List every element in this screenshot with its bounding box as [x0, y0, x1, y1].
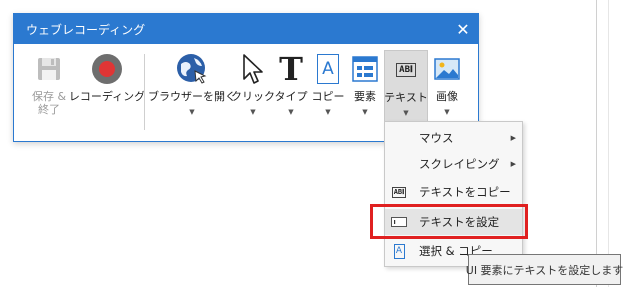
copy-icon: A: [317, 50, 339, 88]
close-button[interactable]: ✕: [448, 14, 478, 44]
save-label-line2: 終了: [38, 103, 60, 116]
chevron-down-icon: ▼: [403, 109, 409, 117]
chevron-down-icon: ▼: [362, 108, 368, 116]
element-label: 要素: [354, 90, 376, 103]
menu-item-label: テキストをコピー: [419, 185, 511, 199]
select-copy-icon: A: [391, 243, 407, 259]
submenu-arrow-icon: ▶: [510, 160, 516, 168]
text-dropdown-menu: マウス ▶ スクレイピング ▶ AB𝐈 テキストをコピー テキストを設定 A 選…: [384, 121, 523, 267]
chevron-down-icon: ▼: [444, 108, 450, 116]
recording-button[interactable]: レコーディング: [69, 50, 145, 134]
type-label: タイプ: [274, 90, 308, 103]
element-grid-icon: [352, 50, 378, 88]
chevron-down-icon: ▼: [250, 108, 256, 116]
open-browser-button[interactable]: ブラウザーを開く ▼: [148, 50, 236, 134]
menu-item-scraping[interactable]: スクレイピング ▶: [385, 151, 522, 177]
chevron-down-icon: ▼: [189, 108, 195, 116]
page: ウェブレコーディング ✕ 保存 & 終了 レコーディング ブラウザーを開く ▼ …: [0, 0, 623, 287]
highlight-annotation: [370, 204, 528, 239]
cursor-icon: [240, 50, 266, 88]
save-label-line1: 保存 &: [31, 90, 67, 103]
tooltip: UI 要素にテキストを設定します: [466, 254, 623, 285]
window-title: ウェブレコーディング: [26, 22, 146, 37]
menu-item-label: マウス: [419, 131, 454, 145]
element-button[interactable]: 要素 ▼: [348, 50, 382, 134]
chevron-down-icon: ▼: [325, 108, 331, 116]
menu-item-copy-text[interactable]: AB𝐈 テキストをコピー: [385, 179, 522, 205]
click-label: クリック: [231, 90, 275, 103]
image-label: 画像: [436, 90, 458, 103]
text-icon: AB𝐈: [396, 51, 416, 89]
submenu-arrow-icon: ▶: [510, 134, 516, 142]
menu-item-mouse[interactable]: マウス ▶: [385, 125, 522, 151]
background-divider: [596, 0, 597, 287]
ribbon-separator: [144, 54, 145, 130]
save-icon: [35, 50, 63, 88]
globe-icon: [175, 50, 209, 88]
background-divider: [608, 0, 609, 287]
type-icon: T: [279, 50, 303, 88]
text-copy-icon: AB𝐈: [391, 186, 407, 198]
record-label: レコーディング: [68, 90, 146, 103]
open-browser-label: ブラウザーを開く: [148, 90, 236, 103]
type-button[interactable]: T タイプ ▼: [274, 50, 308, 134]
save-and-exit-button[interactable]: 保存 & 終了: [26, 50, 72, 134]
click-button[interactable]: クリック ▼: [231, 50, 275, 134]
chevron-down-icon: ▼: [288, 108, 294, 116]
title-bar[interactable]: ウェブレコーディング ✕: [14, 14, 478, 44]
record-icon: [91, 50, 123, 88]
menu-item-label: スクレイピング: [419, 157, 500, 171]
copy-button[interactable]: A コピー ▼: [311, 50, 345, 134]
text-label: テキスト: [384, 91, 428, 104]
copy-label: コピー: [311, 90, 345, 103]
image-icon: [434, 50, 460, 88]
